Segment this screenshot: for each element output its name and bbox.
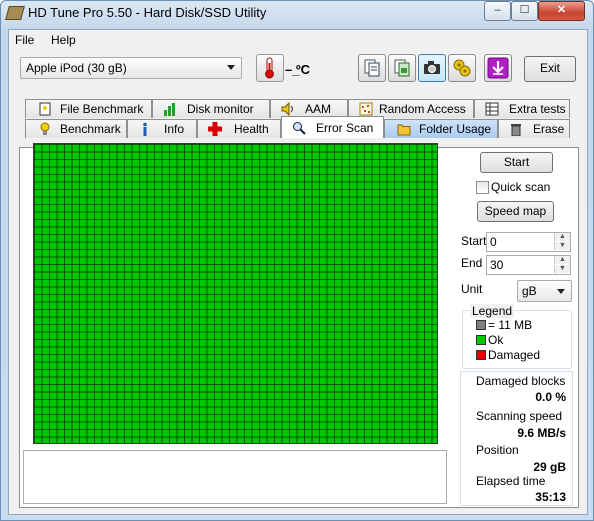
start-field-label: Start xyxy=(461,234,487,248)
speed-map-button[interactable]: Speed map xyxy=(477,201,554,222)
copy-screenshot-button[interactable] xyxy=(388,54,416,82)
start-spinner[interactable]: 0 ▲ ▼ xyxy=(486,232,571,252)
scanning-speed-value: 9.6 MB/s xyxy=(517,426,566,440)
elapsed-time-value: 35:13 xyxy=(535,490,566,504)
unit-select-value: gB xyxy=(522,284,537,298)
drive-select[interactable]: Apple iPod (30 gB) xyxy=(20,57,242,79)
tab-label: Info xyxy=(164,122,185,136)
options-icon xyxy=(453,59,471,77)
tab-label: Folder Usage xyxy=(419,122,492,136)
tab-label: Random Access xyxy=(379,102,466,116)
legend-ok-swatch xyxy=(476,335,486,345)
disk-monitor-icon xyxy=(164,103,175,116)
camera-icon xyxy=(424,61,440,74)
tab-label: Disk monitor xyxy=(187,102,254,116)
menu-help[interactable]: Help xyxy=(51,33,76,47)
speaker-icon xyxy=(281,102,293,116)
unit-label: Unit xyxy=(461,282,483,296)
tab-label: Erase xyxy=(533,122,565,136)
scanning-speed-label: Scanning speed xyxy=(476,409,563,423)
client-area: File Help Apple iPod (30 gB) – ̲ºC Exit … xyxy=(8,29,588,515)
screenshot-button[interactable] xyxy=(418,54,446,82)
title-bar[interactable]: HD Tune Pro 5.50 - Hard Disk/SSD Utility… xyxy=(0,0,594,28)
elapsed-time-label: Elapsed time xyxy=(476,474,546,488)
app-disk-icon xyxy=(5,6,25,20)
end-value: 30 xyxy=(490,258,504,272)
spin-up-icon[interactable]: ▲ xyxy=(554,233,570,241)
menu-bar: File Help xyxy=(9,30,587,52)
block-map-ok xyxy=(34,144,437,443)
options-button[interactable] xyxy=(448,54,476,82)
damaged-blocks-value: 0.0 % xyxy=(535,390,566,404)
position-value: 29 gB xyxy=(533,460,566,474)
spin-down-icon[interactable]: ▼ xyxy=(554,265,570,273)
thermometer-button[interactable] xyxy=(256,54,284,82)
legend-damaged-swatch xyxy=(476,350,486,360)
damaged-blocks-label: Damaged blocks xyxy=(476,374,566,388)
folder-icon xyxy=(397,124,411,136)
download-button[interactable] xyxy=(484,54,512,82)
tab-label: File Benchmark xyxy=(60,102,144,116)
tab-extra-tests[interactable]: Extra tests xyxy=(474,99,570,118)
quick-scan-checkbox[interactable] xyxy=(476,181,489,194)
tab-folder-usage[interactable]: Folder Usage xyxy=(384,119,498,138)
tab-label: Benchmark xyxy=(60,122,121,136)
end-field-label: End xyxy=(461,256,483,270)
tab-benchmark[interactable]: Benchmark xyxy=(25,119,127,138)
tab-health[interactable]: Health xyxy=(197,119,281,138)
legend-ok-label: Ok xyxy=(488,333,504,347)
maximize-button[interactable]: ☐ xyxy=(511,1,538,21)
tab-info[interactable]: Info xyxy=(127,119,197,138)
legend-block-size: = 11 MB xyxy=(488,318,533,332)
spin-up-icon[interactable]: ▲ xyxy=(554,256,570,264)
magnifier-icon xyxy=(293,122,306,135)
tab-erase[interactable]: Erase xyxy=(498,119,570,138)
legend-title: Legend xyxy=(470,304,515,318)
extra-tests-icon xyxy=(485,102,499,116)
quick-scan-label: Quick scan xyxy=(491,180,551,194)
temperature-readout: – ̲ºC xyxy=(285,62,310,77)
health-cross-icon xyxy=(208,122,222,136)
tab-label: Health xyxy=(234,122,269,136)
lightbulb-icon xyxy=(40,122,50,135)
window-title: HD Tune Pro 5.50 - Hard Disk/SSD Utility xyxy=(28,5,267,20)
error-scan-block-grid xyxy=(33,143,438,444)
chevron-down-icon xyxy=(557,289,565,294)
exit-button[interactable]: Exit xyxy=(524,56,576,82)
tab-file-benchmark[interactable]: File Benchmark xyxy=(25,99,152,118)
position-label: Position xyxy=(476,443,519,457)
copy-screenshot-icon xyxy=(394,59,410,77)
copy-text-button[interactable] xyxy=(358,54,386,82)
info-icon xyxy=(143,122,147,136)
tab-disk-monitor[interactable]: Disk monitor xyxy=(152,99,270,118)
minimize-button[interactable]: ‒ xyxy=(484,1,511,21)
close-button[interactable]: ✕ xyxy=(538,1,585,21)
unit-select[interactable]: gB xyxy=(517,280,572,302)
start-button[interactable]: Start xyxy=(480,152,553,173)
thermometer-icon xyxy=(265,57,274,79)
start-value: 0 xyxy=(490,235,497,249)
scan-log-box xyxy=(23,450,447,504)
file-benchmark-icon xyxy=(39,102,51,116)
chevron-down-icon xyxy=(227,65,235,70)
legend-damaged-label: Damaged xyxy=(488,348,541,362)
menu-file[interactable]: File xyxy=(15,33,34,47)
download-icon xyxy=(487,57,509,79)
legend-block-swatch xyxy=(476,320,486,330)
tab-error-scan[interactable]: Error Scan xyxy=(281,116,384,138)
trash-can-icon xyxy=(511,124,521,136)
tab-label: Extra tests xyxy=(509,102,566,116)
random-access-icon xyxy=(359,102,373,116)
end-spinner[interactable]: 30 ▲ ▼ xyxy=(486,255,571,275)
copy-text-icon xyxy=(364,59,380,77)
spin-down-icon[interactable]: ▼ xyxy=(554,242,570,250)
scan-stats-box: Damaged blocks 0.0 % Scanning speed 9.6 … xyxy=(460,371,573,506)
tab-label: Error Scan xyxy=(316,121,374,135)
drive-select-value: Apple iPod (30 gB) xyxy=(26,61,127,75)
